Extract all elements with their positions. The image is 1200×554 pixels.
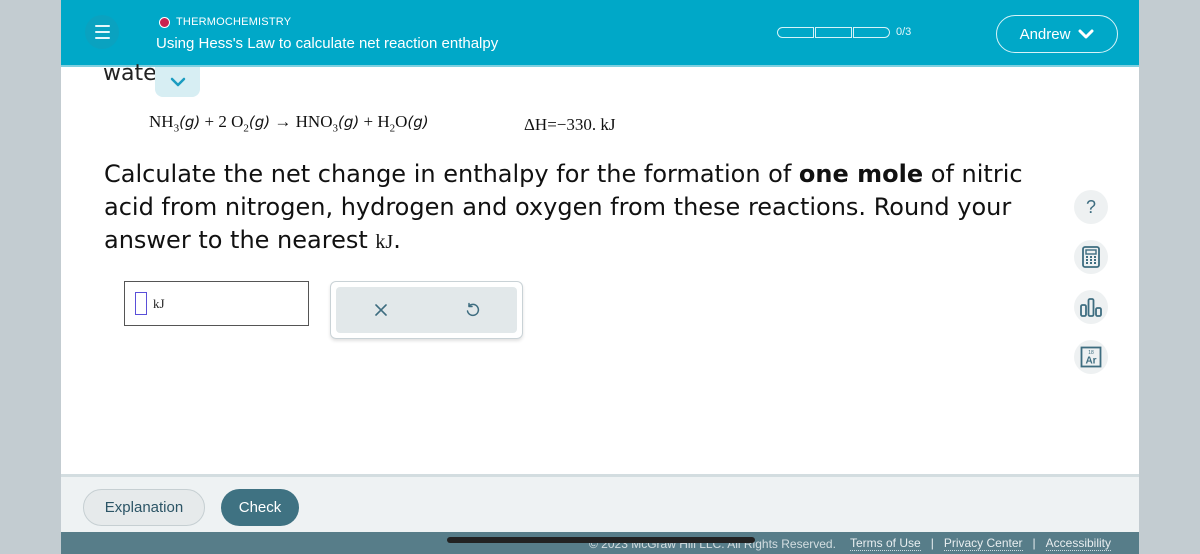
eq-product1: HNO	[295, 112, 333, 131]
eq-state: (g)	[179, 113, 201, 131]
eq-reactant1: NH	[149, 112, 174, 131]
undo-icon[interactable]	[464, 302, 480, 318]
eq-arrow: →	[274, 112, 292, 131]
user-name: Andrew	[1019, 25, 1071, 43]
header: THERMOCHEMISTRY Using Hess's Law to calc…	[61, 0, 1139, 67]
progress-text: 0/3	[896, 26, 912, 38]
question-end: .	[393, 226, 401, 254]
chevron-down-icon	[170, 77, 185, 87]
enthalpy-value: ΔH=−330. kJ	[524, 115, 616, 134]
answer-unit: kJ	[153, 295, 165, 311]
eq-state: (g)	[338, 113, 360, 131]
question-text: Calculate the net change in enthalpy for…	[104, 158, 1064, 259]
overlay-bar	[447, 537, 755, 543]
hamburger-icon-line	[94, 31, 110, 33]
question-unit: kJ	[375, 231, 394, 253]
question-part: Calculate the net change in enthalpy for…	[104, 160, 799, 188]
check-button[interactable]: Check	[221, 489, 299, 526]
question-emphasis: one mole	[798, 160, 924, 188]
chevron-down-icon	[1078, 29, 1094, 39]
hamburger-icon-line	[94, 37, 110, 39]
legal-links: Terms of Use | Privacy Center | Accessib…	[850, 536, 1111, 551]
progress-segment	[853, 26, 890, 38]
separator: |	[1032, 536, 1036, 550]
answer-input[interactable]	[135, 292, 147, 315]
eq-plus: +	[204, 112, 215, 131]
legal-bar: © 2023 McGraw Hill LLC. All Rights Reser…	[61, 532, 1139, 554]
progress-indicator: 0/3	[777, 26, 911, 38]
user-menu-button[interactable]: Andrew	[996, 15, 1118, 53]
footer: Explanation Check	[61, 474, 1139, 532]
data-button[interactable]	[1074, 290, 1108, 324]
side-toolbar: ? 18 Ar	[1074, 190, 1108, 374]
answer-tools	[330, 281, 523, 339]
progress-segment	[777, 26, 814, 38]
help-button[interactable]: ?	[1074, 190, 1108, 224]
eq-product2-post: O	[395, 112, 408, 131]
close-icon[interactable]	[373, 302, 389, 318]
menu-button[interactable]	[85, 15, 119, 49]
explanation-button[interactable]: Explanation	[83, 489, 205, 526]
topic-status-dot	[159, 16, 170, 28]
eq-state: (g)	[248, 113, 271, 131]
expand-button[interactable]	[155, 67, 200, 97]
privacy-link[interactable]: Privacy Center	[943, 536, 1023, 551]
terms-link[interactable]: Terms of Use	[850, 536, 921, 551]
separator: |	[930, 536, 934, 550]
question-mark-icon: ?	[1085, 196, 1096, 217]
topic-text: THERMOCHEMISTRY	[176, 16, 292, 28]
accessibility-link[interactable]: Accessibility	[1045, 536, 1111, 551]
periodic-table-icon: 18Ar	[1080, 346, 1102, 368]
lesson-title: Using Hess's Law to calculate net reacti…	[156, 35, 499, 52]
eq-plus: +	[363, 112, 374, 131]
svg-text:Ar: Ar	[1085, 356, 1096, 367]
periodic-table-button[interactable]: 18 Ar	[1074, 340, 1108, 374]
eq-reactant2: O	[231, 112, 244, 131]
eq-product2: H	[377, 112, 390, 131]
eq-state: (g)	[407, 113, 429, 131]
progress-segment	[815, 26, 852, 38]
hamburger-icon	[94, 25, 110, 27]
chemical-equation: NH3(g) + 2 O2(g) → HNO3(g) + H2O(g)	[149, 112, 429, 134]
calculator-button[interactable]	[1074, 240, 1108, 274]
eq-coef: 2	[218, 112, 227, 131]
topic-label: THERMOCHEMISTRY	[159, 16, 291, 28]
cut-off-text: wate	[103, 61, 157, 86]
answer-field: kJ	[124, 281, 309, 326]
calculator-icon	[1082, 246, 1100, 268]
main-panel: THERMOCHEMISTRY Using Hess's Law to calc…	[61, 0, 1139, 554]
bar-chart-icon	[1080, 298, 1102, 317]
